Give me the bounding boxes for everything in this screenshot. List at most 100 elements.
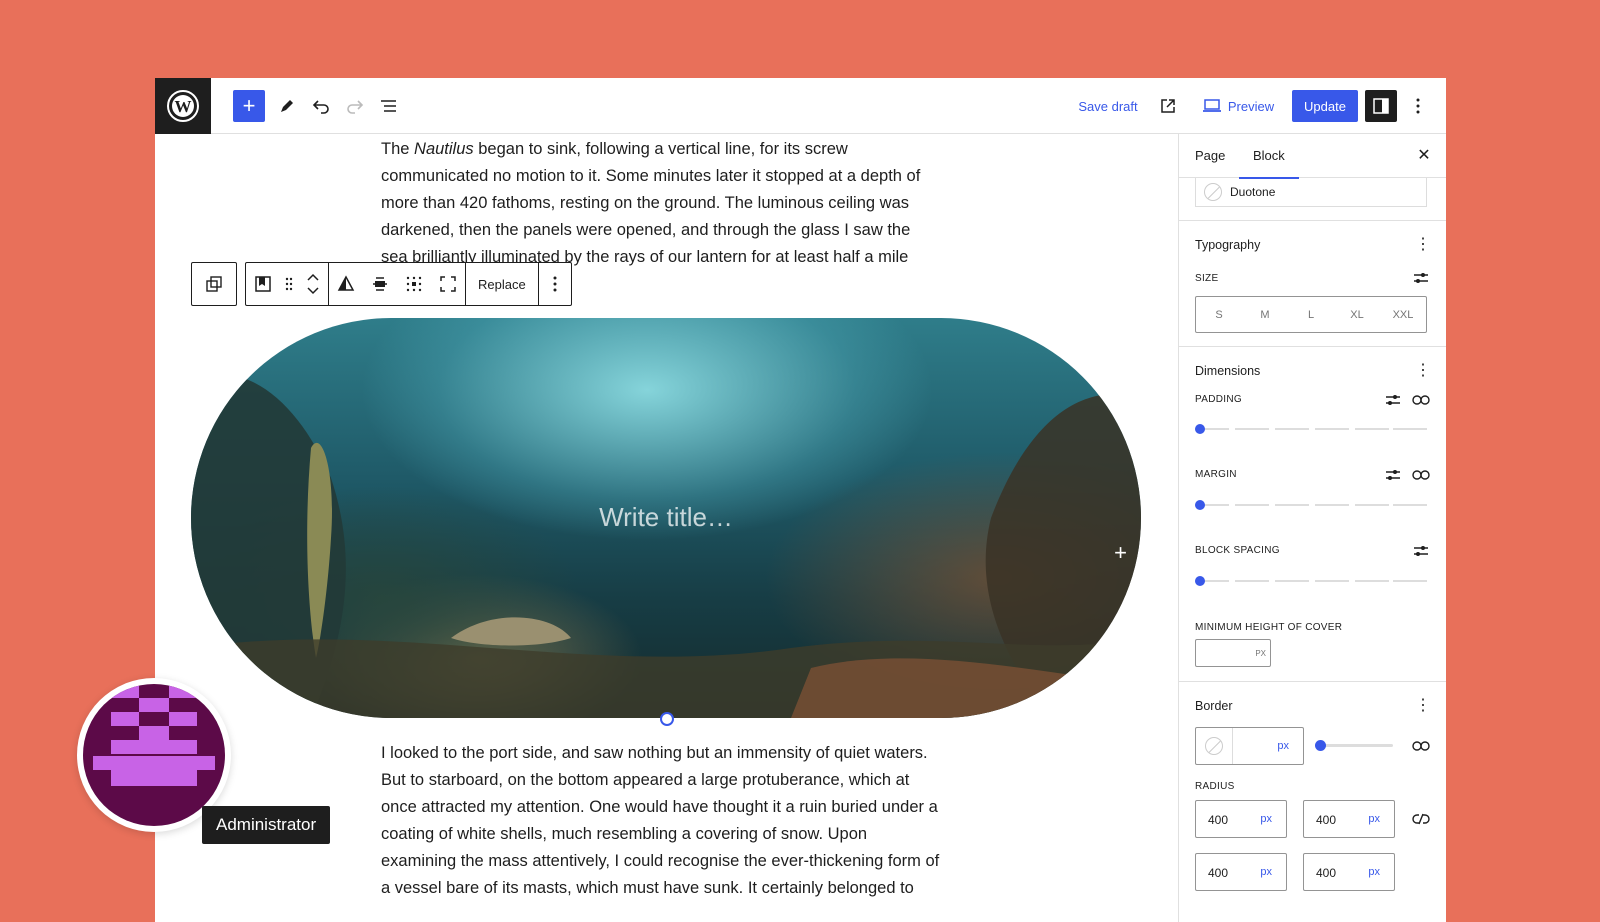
size-label: SIZE (1195, 273, 1219, 284)
link-sides-icon[interactable] (1411, 390, 1431, 410)
block-toolbar-main-group: Replace (245, 262, 572, 306)
redo-icon (347, 100, 364, 114)
save-draft-button[interactable]: Save draft (1073, 90, 1143, 122)
move-up-down-button[interactable] (298, 263, 328, 305)
block-toolbar-parent-group (191, 262, 237, 306)
view-post-button[interactable] (1152, 90, 1184, 122)
sidebar-icon (1373, 98, 1389, 114)
replace-button[interactable]: Replace (466, 263, 538, 305)
update-button[interactable]: Update (1292, 90, 1358, 122)
border-width-input[interactable]: px (1195, 727, 1304, 765)
size-option[interactable]: M (1242, 297, 1288, 332)
border-options-icon[interactable]: ⋮ (1415, 698, 1431, 714)
select-parent-button[interactable] (192, 263, 236, 305)
undo-icon (312, 100, 329, 114)
radius-top-right-input[interactable]: 400 px (1303, 800, 1395, 838)
cover-block-type-button[interactable] (246, 263, 280, 305)
margin-label: MARGIN (1195, 469, 1237, 480)
identicon-image (83, 684, 225, 826)
editor-window: W + Save draft Preview Update The Nautil… (155, 78, 1446, 922)
min-height-input[interactable]: PX (1195, 639, 1271, 667)
block-spacing-slider-thumb[interactable] (1195, 576, 1205, 586)
tab-block[interactable]: Block (1239, 134, 1299, 179)
preview-button[interactable]: Preview (1199, 90, 1277, 122)
editor-canvas[interactable]: The Nautilus began to sink, following a … (155, 134, 1178, 922)
typography-panel: Typography ⋮ SIZE S M L XL XXL (1179, 220, 1446, 346)
border-color-button[interactable] (1196, 728, 1233, 764)
duotone-filter-button[interactable] (329, 263, 363, 305)
fullscreen-icon (440, 276, 456, 292)
radius-value: 400 (1208, 866, 1229, 880)
svg-text:W: W (175, 97, 192, 116)
paragraph-text: began to sink, following a vertical line… (381, 140, 921, 266)
parent-block-icon (206, 276, 222, 292)
padding-slider-thumb[interactable] (1195, 424, 1205, 434)
unlink-icon[interactable] (1411, 809, 1431, 829)
block-options-button[interactable] (539, 263, 571, 305)
pencil-icon (281, 100, 293, 112)
block-spacing-slider[interactable] (1195, 575, 1427, 587)
dimensions-title: Dimensions (1195, 364, 1261, 378)
border-width-slider-thumb[interactable] (1315, 740, 1326, 751)
cover-block[interactable]: Write title… + (191, 318, 1141, 718)
padding-slider[interactable] (1195, 423, 1427, 435)
duotone-control[interactable]: Duotone (1195, 178, 1427, 207)
typography-options-icon[interactable]: ⋮ (1415, 237, 1431, 253)
radius-unit[interactable]: px (1368, 813, 1380, 825)
radius-unit[interactable]: px (1260, 813, 1272, 825)
content-position-button[interactable] (397, 263, 431, 305)
edit-tool-button[interactable] (271, 90, 303, 122)
size-option[interactable]: XXL (1380, 297, 1426, 332)
margin-slider[interactable] (1195, 499, 1427, 511)
editor-header: W + Save draft Preview Update (155, 78, 1446, 134)
add-inner-block-icon[interactable]: + (1114, 540, 1127, 566)
size-option[interactable]: L (1288, 297, 1334, 332)
align-button[interactable] (363, 263, 397, 305)
filter-icon (337, 275, 355, 291)
chevron-up-down-icon (307, 273, 319, 295)
tab-page[interactable]: Page (1195, 134, 1225, 178)
border-width-slider[interactable] (1315, 740, 1393, 751)
settings-toggle-button[interactable] (1365, 90, 1397, 122)
radius-unit[interactable]: px (1260, 866, 1272, 878)
radius-value: 400 (1316, 813, 1337, 827)
drag-handle[interactable] (280, 263, 298, 305)
border-title: Border (1195, 699, 1233, 713)
link-sides-icon[interactable] (1411, 465, 1431, 485)
add-block-button[interactable]: + (233, 90, 265, 122)
radius-top-left-input[interactable]: 400 px (1195, 800, 1287, 838)
cover-resize-handle[interactable] (660, 712, 674, 726)
close-icon[interactable]: ✕ (1414, 146, 1434, 166)
drag-icon (285, 277, 293, 291)
custom-margin-icon[interactable] (1383, 465, 1403, 485)
document-overview-button[interactable] (373, 90, 405, 122)
radius-bottom-left-input[interactable]: 400 px (1195, 853, 1287, 891)
link-sides-icon[interactable] (1411, 736, 1431, 756)
border-panel: Border ⋮ px RADIUS 400 px 400 px 400 px … (1179, 681, 1446, 922)
cover-title-placeholder[interactable]: Write title… (191, 502, 1141, 533)
radius-bottom-right-input[interactable]: 400 px (1303, 853, 1395, 891)
plus-icon: + (242, 93, 256, 118)
custom-spacing-icon[interactable] (1411, 541, 1431, 561)
border-width-unit[interactable]: px (1277, 740, 1289, 752)
options-button[interactable] (1406, 90, 1430, 122)
wordpress-logo-icon[interactable]: W (155, 78, 211, 134)
margin-slider-thumb[interactable] (1195, 500, 1205, 510)
external-link-icon (1161, 99, 1175, 113)
min-height-unit[interactable]: PX (1255, 649, 1266, 658)
custom-size-icon[interactable] (1411, 268, 1431, 288)
redo-button[interactable] (339, 90, 371, 122)
block-spacing-label: BLOCK SPACING (1195, 545, 1280, 556)
radius-value: 400 (1316, 866, 1337, 880)
paragraph-block[interactable]: I looked to the port side, and saw nothi… (381, 740, 941, 902)
dimensions-options-icon[interactable]: ⋮ (1415, 363, 1431, 379)
radius-unit[interactable]: px (1368, 866, 1380, 878)
size-option[interactable]: S (1196, 297, 1242, 332)
more-vertical-icon (1416, 98, 1420, 114)
custom-padding-icon[interactable] (1383, 390, 1403, 410)
sidebar-tabs: Page Block ✕ (1179, 134, 1446, 179)
undo-button[interactable] (305, 90, 337, 122)
full-height-button[interactable] (431, 263, 465, 305)
paragraph-block[interactable]: The Nautilus began to sink, following a … (381, 136, 941, 271)
size-option[interactable]: XL (1334, 297, 1380, 332)
